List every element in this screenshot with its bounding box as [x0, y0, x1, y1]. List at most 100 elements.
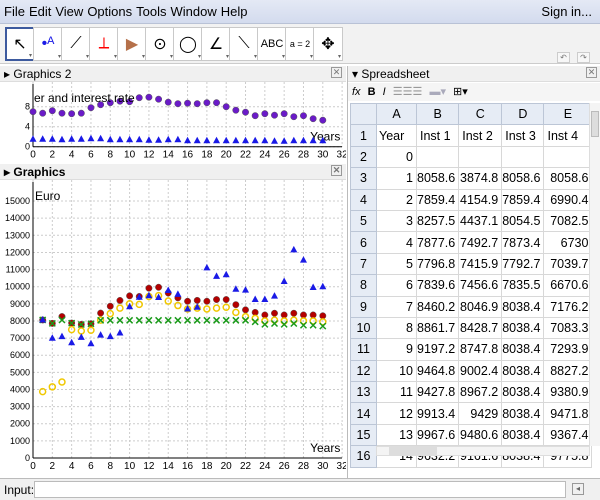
move-tool-button[interactable]: ↖ ▾ [5, 27, 35, 61]
row-header[interactable]: 13 [350, 381, 377, 404]
row-header[interactable]: 2 [350, 145, 377, 169]
cell[interactable]: 7 [376, 295, 417, 318]
column-header-A[interactable]: A [376, 102, 417, 126]
cell[interactable]: 8967.2 [458, 381, 503, 404]
cell[interactable]: 6 [376, 274, 417, 297]
row-header[interactable]: 1 [350, 124, 377, 147]
cell[interactable]: 13 [376, 423, 417, 447]
cell[interactable]: Inst 1 [415, 124, 460, 147]
cell[interactable]: 9 [376, 338, 417, 361]
spreadsheet-grid[interactable]: A B C D E 1 Year Inst 1 Inst 2 Inst 3 Inst 4 2 0 3 1 80… [350, 102, 593, 468]
row-header[interactable]: 14 [350, 402, 377, 425]
cell[interactable]: 7873.4 [501, 231, 545, 254]
cell[interactable]: 4154.9 [458, 188, 503, 211]
row-header[interactable]: 12 [350, 359, 377, 383]
cell[interactable]: 6990.4 [543, 188, 593, 211]
cell[interactable]: 8054.5 [501, 209, 545, 233]
menu-help[interactable]: Help [221, 0, 248, 19]
cell[interactable]: Inst 4 [543, 124, 593, 147]
angle-tool-button[interactable]: ∠ ▾ [201, 27, 231, 61]
cell[interactable]: 9913.4 [415, 402, 460, 425]
slider-tool-button[interactable]: a = 2 ▾ [285, 27, 315, 61]
cell[interactable]: 7083.3 [543, 316, 593, 340]
collapse-icon[interactable]: ▸ [4, 165, 10, 179]
border-icon[interactable]: ⊞▾ [453, 86, 468, 98]
align-center-icon[interactable]: ☰ [403, 86, 413, 98]
cell[interactable]: 10 [376, 359, 417, 383]
cell[interactable]: 8428.7 [458, 316, 503, 340]
cell[interactable]: 8038.4 [501, 295, 545, 318]
cell[interactable]: 8827.2 [543, 359, 593, 383]
cell[interactable]: 8058.6 [501, 167, 545, 190]
graphics-plot[interactable]: 0 2 4 6 8 10 12 14 16 18 20 22 24 26 28 30 3201000200030… [0, 180, 346, 477]
cell[interactable]: 12 [376, 402, 417, 425]
cell[interactable]: 9002.4 [458, 359, 503, 383]
cell[interactable]: 7796.8 [415, 252, 460, 276]
move-graphics-view-tool-button[interactable]: ✥ ▾ [313, 27, 343, 61]
reflect-tool-button[interactable]: ⟍ ▾ [229, 27, 259, 61]
cell[interactable]: 7877.6 [415, 231, 460, 254]
cell[interactable]: 7415.9 [458, 252, 503, 276]
input-help-icon[interactable]: ◂ [572, 483, 584, 495]
cell[interactable]: 3 [376, 209, 417, 233]
row-header[interactable]: 6 [350, 231, 377, 254]
cell[interactable]: 6730 [543, 231, 593, 254]
line-tool-button[interactable]: ⟋ ▾ [61, 27, 91, 61]
cell[interactable]: 8058.6 [415, 167, 460, 190]
row-header[interactable]: 7 [350, 252, 377, 276]
cell[interactable]: 8038.4 [501, 402, 545, 425]
redo-icon[interactable]: ↷ [577, 52, 590, 63]
column-header-D[interactable]: D [501, 102, 545, 126]
cell[interactable]: 7835.5 [501, 274, 545, 297]
cell[interactable]: 7792.7 [501, 252, 545, 276]
text-tool-button[interactable]: ABC ▾ [257, 27, 287, 61]
cell[interactable]: 7492.7 [458, 231, 503, 254]
cell[interactable]: 8038.4 [501, 338, 545, 361]
bold-button[interactable]: B [368, 86, 376, 98]
point-tool-button[interactable]: •ᴬ ▾ [33, 27, 63, 61]
corner-cell[interactable] [350, 102, 377, 126]
perpendicular-line-tool-button[interactable]: ⟂ ▾ [89, 27, 119, 61]
row-header[interactable]: 10 [350, 316, 377, 340]
row-header[interactable]: 16 [350, 445, 377, 468]
cell[interactable]: 7859.4 [501, 188, 545, 211]
ellipse-tool-button[interactable]: ◯ ▾ [173, 27, 203, 61]
row-header[interactable]: 8 [350, 274, 377, 297]
cell[interactable]: 1 [376, 167, 417, 190]
align-right-icon[interactable]: ☰ [413, 86, 423, 98]
row-header[interactable]: 15 [350, 423, 377, 447]
input-field[interactable] [34, 481, 566, 498]
menu-edit[interactable]: Edit [29, 0, 51, 19]
cell[interactable]: 9464.8 [415, 359, 460, 383]
row-header[interactable]: 11 [350, 338, 377, 361]
cell[interactable]: 8 [376, 316, 417, 340]
cell[interactable]: 7293.9 [543, 338, 593, 361]
menu-options[interactable]: Options [87, 0, 132, 19]
cell[interactable]: 8460.2 [415, 295, 460, 318]
close-icon[interactable]: ✕ [331, 67, 342, 78]
cell[interactable]: 7839.6 [415, 274, 460, 297]
cell[interactable]: 9380.9 [543, 381, 593, 404]
cell[interactable]: 5 [376, 252, 417, 276]
cell[interactable]: 9367.4 [543, 423, 593, 447]
align-left-icon[interactable]: ☰ [393, 86, 403, 98]
italic-button[interactable]: I [383, 86, 386, 98]
cell[interactable]: Inst 3 [501, 124, 545, 147]
undo-icon[interactable]: ↶ [557, 52, 570, 63]
collapse-icon[interactable]: ▸ [4, 67, 10, 81]
cell[interactable]: 9197.2 [415, 338, 460, 361]
background-color-icon[interactable]: ▬▾ [429, 86, 446, 98]
menu-file[interactable]: File [4, 0, 25, 19]
cell[interactable]: 8257.5 [415, 209, 460, 233]
cell[interactable]: 9429 [458, 402, 503, 425]
cell[interactable] [543, 145, 593, 169]
graphics2-plot[interactable]: 0 2 4 6 8 10 12 14 16 18 20 22 24 26 28 30 32048Yearser … [0, 82, 346, 164]
cell[interactable]: 3874.8 [458, 167, 503, 190]
cell[interactable]: 11 [376, 381, 417, 404]
cell[interactable]: 7176.2 [543, 295, 593, 318]
cell[interactable]: 4437.1 [458, 209, 503, 233]
menu-window[interactable]: Window [170, 0, 216, 19]
cell[interactable]: 8038.4 [501, 381, 545, 404]
cell[interactable]: 8747.8 [458, 338, 503, 361]
cell[interactable]: 7456.6 [458, 274, 503, 297]
